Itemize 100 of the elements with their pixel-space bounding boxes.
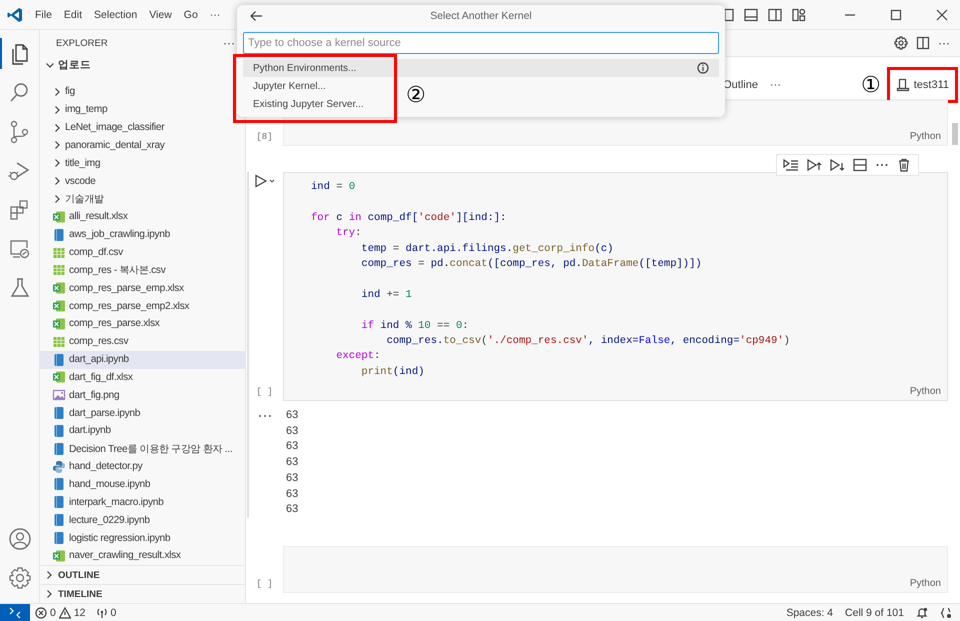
file-tree-item[interactable]: fig — [40, 83, 245, 101]
image-icon — [52, 388, 66, 402]
settings-icon[interactable] — [8, 566, 32, 590]
settings-icon[interactable] — [894, 36, 908, 50]
output-menu-icon[interactable] — [258, 413, 272, 420]
spreadsheet-icon — [52, 281, 66, 296]
split-cell-icon[interactable] — [852, 158, 868, 172]
chevron-right-icon — [52, 104, 62, 115]
chevron-right-icon — [52, 176, 62, 186]
file-tree-item[interactable]: Decision Tree를 이용한 구강암 환자 ... — [40, 440, 245, 458]
close-icon[interactable] — [936, 8, 948, 20]
more-actions[interactable]: ··· — [938, 36, 950, 50]
panel-title: EXPLORER — [56, 38, 108, 48]
remote-icon — [9, 606, 21, 618]
output-line: 63 — [286, 439, 298, 454]
file-tree-item[interactable]: aws_job_crawling.ipynb — [40, 226, 245, 244]
layout-icon[interactable] — [792, 8, 806, 22]
annotation-marker: ① — [860, 74, 881, 96]
file-tree-item[interactable]: dart_parse.ipynb — [40, 404, 245, 422]
section-header[interactable]: OUTLINE — [40, 565, 245, 584]
maximize-icon[interactable] — [890, 8, 902, 20]
file-tree-item[interactable]: comp_res_parse_emp2.xlsx — [40, 297, 245, 315]
file-tree-item[interactable]: naver_crawling_result.xlsx — [40, 546, 245, 565]
file-tree-item[interactable]: comp_res - 복사본.csv — [40, 261, 245, 280]
menu-item[interactable]: File — [29, 8, 58, 20]
kernel-source-option[interactable]: Python Environments... — [243, 59, 719, 77]
run-cell-icon[interactable] — [254, 174, 276, 188]
code-cell[interactable] — [283, 172, 948, 402]
table-icon — [52, 334, 66, 349]
braces-icon[interactable] — [940, 606, 952, 618]
code-line: temp = dart.api.filings.get_corp_info(c) — [360, 242, 614, 257]
run-below-icon[interactable] — [829, 158, 845, 172]
code-line: print(ind) — [360, 364, 424, 380]
file-tree-item[interactable]: vscode — [40, 172, 245, 190]
run-by-line-icon[interactable] — [783, 158, 799, 172]
language-label[interactable]: Python — [910, 578, 941, 589]
file-tree-item[interactable]: dart_fig_df.xlsx — [40, 368, 245, 386]
problems-indicator[interactable]: 0 12 — [35, 606, 86, 618]
bell-icon[interactable] — [916, 606, 928, 618]
notebook-icon — [52, 531, 66, 546]
back-arrow-icon[interactable] — [249, 9, 263, 23]
table-icon — [52, 246, 66, 260]
file-tree-item[interactable]: dart_api.ipynb — [40, 350, 245, 368]
chevron-right-icon — [52, 122, 62, 133]
info-icon[interactable] — [697, 62, 709, 74]
notebook-icon — [52, 352, 66, 367]
file-tree-item[interactable]: panoramic_dental_xray — [40, 136, 245, 154]
more-actions[interactable]: ··· — [223, 36, 235, 50]
cell-position-status[interactable]: Cell 9 of 101 — [845, 606, 904, 618]
file-tree-item[interactable]: comp_res_parse.xlsx — [40, 314, 245, 333]
remote-button[interactable] — [0, 604, 30, 621]
file-tree-item[interactable]: comp_res_parse_emp.xlsx — [40, 279, 245, 298]
file-tree-item[interactable]: LeNet_image_classifier — [40, 118, 245, 137]
folder-header[interactable]: 업로드 — [40, 56, 245, 74]
kernel-source-option[interactable]: Jupyter Kernel... — [243, 77, 336, 95]
menu-item[interactable]: Go — [178, 8, 204, 20]
split-editor-icon[interactable] — [916, 36, 930, 50]
file-tree-item[interactable]: lecture_0229.ipynb — [40, 511, 245, 530]
kernel-picker-button[interactable]: test311 — [892, 72, 953, 98]
secondary-sidebar-icon[interactable] — [768, 8, 782, 22]
code-line: for c in comp_df['code'][ind:]: — [311, 210, 506, 226]
file-tree-item[interactable]: interpark_macro.ipynb — [40, 493, 245, 512]
file-tree-item[interactable]: comp_df.csv — [40, 244, 245, 262]
notebook-icon — [52, 228, 66, 242]
search-field[interactable]: Type to choose a kernel source — [243, 32, 719, 54]
python-icon — [52, 460, 66, 474]
notebook-icon — [52, 513, 66, 528]
file-tree-item[interactable]: comp_res.csv — [40, 332, 245, 351]
panel-toggle-icon[interactable] — [744, 8, 758, 22]
file-tree-item[interactable]: hand_detector.py — [40, 458, 245, 476]
delete-icon[interactable] — [896, 158, 912, 172]
spreadsheet-icon — [52, 548, 66, 563]
menu-item[interactable]: Selection — [88, 8, 144, 20]
server-icon — [896, 78, 910, 92]
notebook-icon — [52, 442, 66, 456]
file-tree-item[interactable]: alli_result.xlsx — [40, 208, 245, 226]
menu-item[interactable]: View — [143, 8, 178, 20]
dialog-title: Select Another Kernel — [430, 10, 532, 22]
menu-item[interactable]: ··· — [204, 8, 226, 20]
more-actions[interactable]: ··· — [770, 79, 781, 91]
file-tree-item[interactable]: 기술개발 — [40, 190, 245, 208]
spreadsheet-icon — [52, 370, 66, 384]
language-label[interactable]: Python — [910, 386, 941, 398]
notebook-icon — [52, 406, 66, 420]
file-tree-item[interactable]: hand_mouse.ipynb — [40, 476, 245, 494]
file-tree-item[interactable]: dart_fig.png — [40, 386, 245, 404]
file-tree-item[interactable]: img_temp — [40, 100, 245, 119]
run-above-icon[interactable] — [806, 158, 822, 172]
account-icon[interactable] — [8, 526, 32, 550]
file-tree-item[interactable]: dart.ipynb — [40, 422, 245, 440]
file-tree-item[interactable]: logistic regression.ipynb — [40, 529, 245, 547]
scrollbar-thumb[interactable] — [952, 123, 958, 145]
indentation-status[interactable]: Spaces: 4 — [786, 606, 834, 618]
menu-item[interactable]: Edit — [58, 8, 88, 20]
ports-indicator[interactable]: 0 — [96, 606, 116, 618]
code-cell[interactable]: Python — [283, 546, 948, 593]
code-line: try: — [335, 226, 362, 242]
code-line: comp_res = pd.concat([comp_res, pd.DataFrame([temp])]) — [360, 256, 702, 272]
language-label[interactable]: Python — [910, 131, 941, 142]
file-tree-item[interactable]: title_img — [40, 154, 245, 172]
